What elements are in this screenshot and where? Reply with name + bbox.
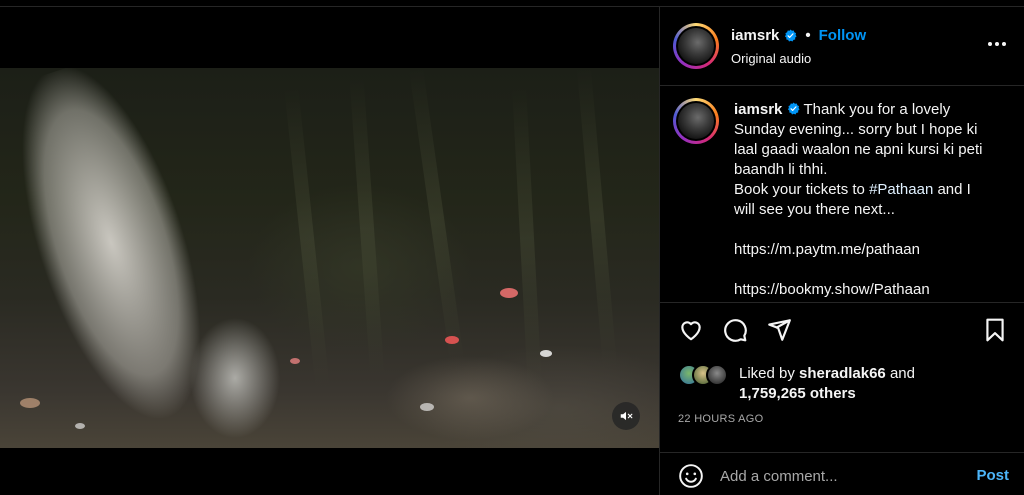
comment-input[interactable]	[720, 464, 960, 488]
more-options-icon[interactable]	[988, 42, 1006, 46]
caption-avatar[interactable]	[673, 98, 719, 144]
emoji-icon[interactable]	[678, 463, 704, 489]
video-texture	[409, 68, 465, 368]
avatar-border	[676, 26, 716, 66]
caption-username[interactable]: iamsrk	[734, 101, 782, 118]
bookmark-icon[interactable]	[982, 317, 1008, 343]
more-dot	[995, 42, 999, 46]
verified-badge-icon	[787, 102, 800, 115]
post-sidebar: iamsrk • Follow Original audio iamsrk Th…	[659, 7, 1024, 495]
caption-book-prefix: Book your tickets to	[734, 181, 870, 198]
video-texture	[512, 87, 542, 389]
caption-line: Sunday evening... sorry but I hope ki	[734, 121, 978, 138]
caption-book-suffix: and I	[933, 181, 971, 198]
avatar-image	[678, 28, 714, 64]
top-edge	[0, 0, 1024, 7]
post-comment-button[interactable]: Post	[976, 467, 1009, 484]
hashtag-link[interactable]: #Pathaan	[869, 181, 933, 198]
more-dot	[988, 42, 992, 46]
video-light	[20, 398, 40, 408]
avatar-border	[676, 101, 716, 141]
comment-bar: Post	[660, 452, 1024, 495]
share-icon[interactable]	[766, 317, 792, 343]
video-smoke	[160, 298, 310, 448]
caption-line: laal gaadi waalon ne apni kursi ki peti	[734, 141, 983, 158]
author-avatar[interactable]	[673, 23, 719, 69]
caption-line: Thank you for a lovely	[803, 101, 951, 118]
caption-line: baandh li thhi.	[734, 161, 828, 178]
post-actions	[678, 317, 1008, 347]
media-pane	[0, 7, 659, 495]
caption-area: iamsrk Thank you for a lovely Sunday eve…	[660, 86, 1024, 303]
likes-section: Liked by sheradlak66 and 1,759,265 others	[678, 364, 1008, 404]
likes-text: Liked by sheradlak66 and 1,759,265 others	[739, 364, 915, 404]
likes-count[interactable]: 1,759,265 others	[739, 385, 856, 402]
avatar-image	[678, 103, 714, 139]
video-texture	[576, 68, 618, 369]
heart-icon[interactable]	[678, 317, 704, 343]
video-texture	[349, 77, 385, 379]
video-light	[75, 423, 85, 429]
verified-badge-icon	[785, 29, 797, 42]
bookmyshow-link[interactable]: https://bookmy.show/Pathaan	[734, 281, 930, 298]
muted-speaker-icon	[620, 411, 633, 421]
comment-icon[interactable]	[722, 317, 748, 343]
mute-toggle-button[interactable]	[612, 402, 640, 430]
author-username[interactable]: iamsrk	[731, 27, 779, 44]
follow-button[interactable]: Follow	[819, 27, 867, 44]
reel-video[interactable]	[0, 68, 659, 448]
liked-by-user[interactable]: sheradlak66	[799, 365, 886, 382]
liked-by-prefix: Liked by	[739, 365, 800, 382]
separator-dot: •	[805, 27, 811, 44]
video-light	[445, 336, 459, 344]
more-dot	[1002, 42, 1006, 46]
video-light	[290, 358, 300, 364]
paytm-link[interactable]: https://m.paytm.me/pathaan	[734, 241, 920, 258]
video-light	[500, 288, 518, 298]
video-light	[420, 403, 434, 411]
post-timestamp[interactable]: 22 HOURS AGO	[678, 413, 764, 425]
author-name-row: iamsrk • Follow	[731, 27, 866, 44]
audio-label[interactable]: Original audio	[731, 51, 811, 66]
caption-text: iamsrk Thank you for a lovely Sunday eve…	[734, 100, 1004, 300]
liker-avatar[interactable]	[706, 364, 728, 386]
video-light	[540, 350, 552, 357]
caption-line: will see you there next...	[734, 201, 895, 218]
post-header: iamsrk • Follow Original audio	[660, 7, 1024, 86]
liked-by-and: and	[885, 365, 915, 382]
